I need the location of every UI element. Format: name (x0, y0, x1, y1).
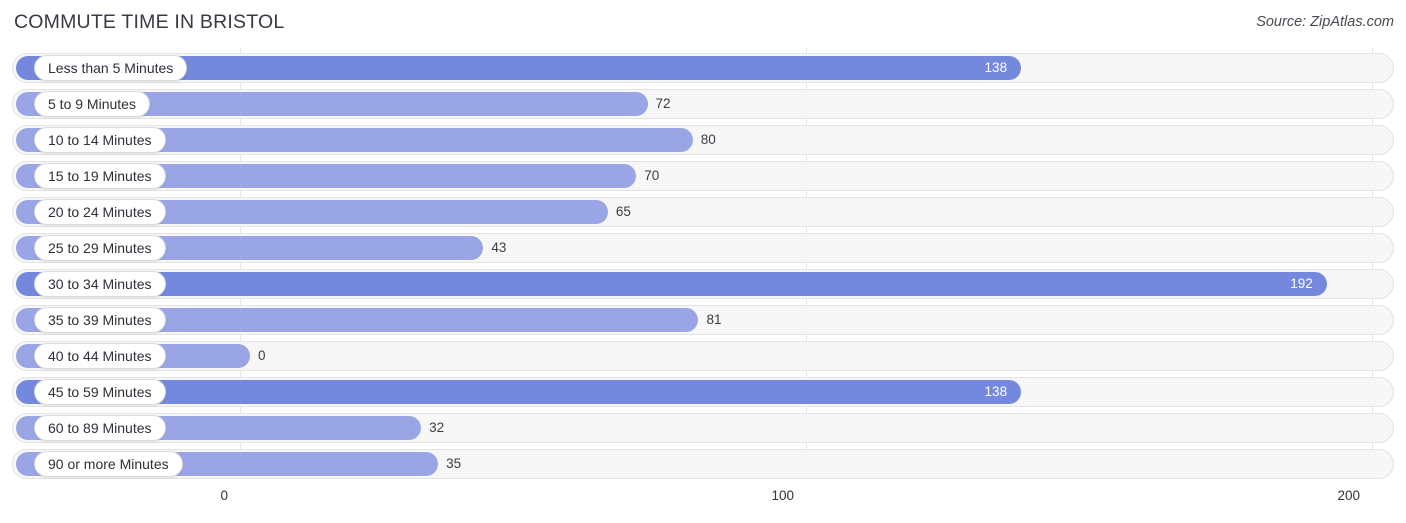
category-label: 45 to 59 Minutes (34, 379, 166, 405)
chart-header: COMMUTE TIME IN BRISTOL Source: ZipAtlas… (0, 0, 1406, 46)
table-row: 32 60 to 89 Minutes (12, 413, 1394, 443)
table-row: 65 20 to 24 Minutes (12, 197, 1394, 227)
category-label: 20 to 24 Minutes (34, 199, 166, 225)
bar-value-label: 0 (258, 348, 266, 363)
source-attribution: Source: ZipAtlas.com (1256, 14, 1394, 30)
category-label: 5 to 9 Minutes (34, 91, 150, 117)
axis-tick-label: 100 (771, 488, 794, 503)
table-row: 138 45 to 59 Minutes (12, 377, 1394, 407)
page-title: COMMUTE TIME IN BRISTOL (14, 11, 285, 33)
category-label: 35 to 39 Minutes (34, 307, 166, 333)
bar-value-label: 32 (429, 420, 445, 435)
bar-value-label: 72 (655, 96, 671, 111)
bar: 192 (16, 272, 1327, 296)
category-label: 15 to 19 Minutes (34, 163, 166, 189)
bar: 138 (16, 380, 1022, 404)
plot-area: 138 Less than 5 Minutes 72 5 to 9 Minutes 80… (0, 48, 1406, 485)
category-label: Less than 5 Minutes (34, 55, 188, 81)
bar-value-label: 43 (491, 240, 507, 255)
bar-value-label: 138 (984, 384, 1008, 399)
category-label: 30 to 34 Minutes (34, 271, 166, 297)
commute-time-bar-chart: COMMUTE TIME IN BRISTOL Source: ZipAtlas… (0, 0, 1406, 523)
category-label: 90 or more Minutes (34, 451, 183, 477)
bar-value-label: 192 (1290, 276, 1313, 291)
bar-value-label: 35 (446, 456, 462, 471)
category-label: 10 to 14 Minutes (34, 127, 166, 153)
category-label: 40 to 44 Minutes (34, 343, 166, 369)
table-row: 138 Less than 5 Minutes (12, 53, 1394, 83)
bar-value-label: 81 (706, 312, 722, 327)
bar-value-label: 138 (984, 60, 1008, 75)
table-row: 81 35 to 39 Minutes (12, 305, 1394, 335)
table-row: 80 10 to 14 Minutes (12, 125, 1394, 155)
table-row: 192 30 to 34 Minutes (12, 269, 1394, 299)
category-label: 25 to 29 Minutes (34, 235, 166, 261)
table-row: 0 40 to 44 Minutes (12, 341, 1394, 371)
bar-value-label: 65 (615, 204, 631, 219)
bar-value-label: 70 (644, 168, 660, 183)
table-row: 35 90 or more Minutes (12, 449, 1394, 479)
table-row: 43 25 to 29 Minutes (12, 233, 1394, 263)
axis-tick-label: 0 (220, 488, 228, 503)
category-label: 60 to 89 Minutes (34, 415, 166, 441)
bar-value-label: 80 (700, 132, 716, 147)
axis-tick-label: 200 (1337, 488, 1360, 503)
x-axis: 0 100 200 (0, 485, 1406, 523)
table-row: 72 5 to 9 Minutes (12, 89, 1394, 119)
table-row: 70 15 to 19 Minutes (12, 161, 1394, 191)
